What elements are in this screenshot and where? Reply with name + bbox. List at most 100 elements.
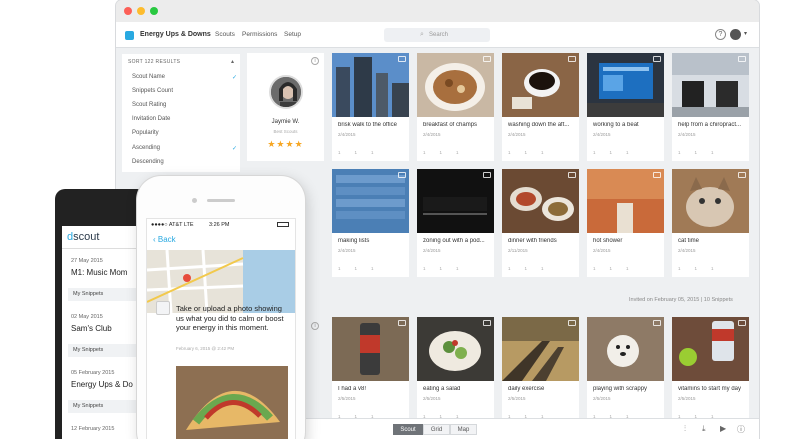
- snippet-tile[interactable]: eating a salad 2/5/2015 111: [417, 317, 494, 425]
- chevron-down-icon[interactable]: ▾: [744, 30, 747, 37]
- snippet-caption: eating a salad: [423, 386, 461, 392]
- gallery-icon: [398, 320, 406, 326]
- back-button[interactable]: ‹ Back: [153, 235, 176, 244]
- info-icon[interactable]: i: [311, 322, 319, 330]
- gallery-icon: [653, 56, 661, 62]
- snippet-date: 2/5/2015: [508, 396, 526, 401]
- sort-option-scout-rating[interactable]: Scout Rating: [132, 102, 166, 108]
- snippet-tile[interactable]: daily exercise 2/5/2015 111: [502, 317, 579, 425]
- snippet-tile[interactable]: cat time 2/4/2015 1 1 1: [672, 169, 749, 277]
- snippet-stat: 1: [338, 150, 341, 155]
- gallery-icon: [398, 172, 406, 178]
- snippet-stat: 1: [508, 266, 511, 271]
- snippet-stat: 1: [371, 150, 374, 155]
- iphone-screen: ●●●●○ AT&T LTE 3:26 PM ‹ Back Take or up…: [146, 218, 296, 439]
- camera-icon: [192, 198, 197, 203]
- nav-scouts[interactable]: Scouts: [215, 31, 235, 38]
- view-scout-button[interactable]: Scout: [393, 424, 423, 435]
- filter-sliders-icon[interactable]: ⫶: [684, 424, 686, 434]
- minimize-window-button[interactable]: [137, 7, 145, 15]
- help-icon[interactable]: ?: [715, 29, 726, 40]
- snippet-photo: [587, 317, 664, 381]
- snippet-stat: 1: [423, 266, 426, 271]
- close-window-button[interactable]: [124, 7, 132, 15]
- zoom-window-button[interactable]: [150, 7, 158, 15]
- snippet-tile[interactable]: working to a beat 2/4/2015 1 1 1: [587, 53, 664, 161]
- info-icon[interactable]: i: [311, 57, 319, 65]
- check-icon: ✓: [232, 75, 238, 81]
- snippet-caption: zoning out with a pod...: [423, 238, 485, 244]
- chevron-up-icon[interactable]: ▴: [231, 58, 234, 65]
- snippet-tile[interactable]: help from a chiropract... 2/4/2015 1 1 1: [672, 53, 749, 161]
- snippet-photo: [502, 317, 579, 381]
- snippet-date: 2/4/2015: [593, 248, 611, 253]
- snippet-tile[interactable]: I had a v8! 2/5/2015 111: [332, 317, 409, 425]
- snippet-stats: 1 1 1: [508, 150, 576, 155]
- info-icon[interactable]: ⓘ: [737, 424, 745, 435]
- my-snippets-button[interactable]: My Snippets: [68, 288, 136, 301]
- snippet-tile[interactable]: dinner with friends 2/11/2015 1 1 1: [502, 169, 579, 277]
- sort-option-invitation-date[interactable]: Invitation Date: [132, 116, 170, 122]
- snippet-stats: 1 1 1: [508, 266, 576, 271]
- gallery-icon: [483, 320, 491, 326]
- snippet-stat: 1: [524, 266, 528, 271]
- snippet-stat: 1: [371, 266, 374, 271]
- snippet-photo[interactable]: [176, 366, 288, 439]
- sort-option-scout-name[interactable]: Scout Name: [132, 74, 165, 80]
- snippet-photo: [332, 317, 409, 381]
- snippet-tile[interactable]: vitamins to start my day 2/5/2015 111: [672, 317, 749, 425]
- status-bar: ●●●●○ AT&T LTE 3:26 PM: [147, 219, 295, 230]
- avatar[interactable]: [730, 29, 741, 40]
- snippet-caption: I had a v8!: [338, 386, 367, 392]
- sort-option-popularity[interactable]: Popularity: [132, 130, 159, 136]
- snippet-stat: 1: [338, 266, 341, 271]
- snippet-tile[interactable]: hot shower 2/4/2015 1 1 1: [587, 169, 664, 277]
- gallery-icon: [568, 56, 576, 62]
- window-titlebar: [116, 0, 759, 22]
- snippet-stat: 1: [541, 150, 544, 155]
- entry-title[interactable]: Energy Ups & Do: [71, 380, 133, 389]
- snippet-caption: playing with scrappy: [593, 386, 648, 392]
- sort-panel: SORT 122 RESULTS ▴ Scout Name ✓ Snippets…: [122, 54, 240, 172]
- view-grid-button[interactable]: Grid: [423, 424, 450, 435]
- snippet-photo: [332, 169, 409, 233]
- snippet-date: 2/11/2015: [508, 248, 528, 253]
- snippet-stat: 1: [593, 150, 596, 155]
- snippet-photo: [332, 53, 409, 117]
- download-icon[interactable]: ⤓: [702, 424, 706, 434]
- snippet-stat: 1: [524, 150, 528, 155]
- scout-rating-stars: ★★★★: [267, 139, 304, 149]
- my-snippets-button[interactable]: My Snippets: [68, 400, 136, 413]
- speaker-grille: [207, 199, 235, 202]
- snippet-tile[interactable]: playing with scrappy 2/5/2015 111: [587, 317, 664, 425]
- sort-option-descending[interactable]: Descending: [132, 159, 164, 165]
- snippet-date: 2/5/2015: [338, 396, 356, 401]
- nav-permissions[interactable]: Permissions: [242, 31, 277, 38]
- search-input[interactable]: ⌕ Search: [384, 28, 490, 42]
- entry-title[interactable]: M1: Music Mom: [71, 268, 127, 277]
- sort-option-snippets-count[interactable]: Snippets Count: [132, 88, 173, 94]
- snippet-stat: 1: [609, 266, 613, 271]
- snippet-stat: 1: [678, 266, 681, 271]
- snippet-stats: 1 1 1: [593, 150, 661, 155]
- snippet-tile[interactable]: breakfast of champs 2/4/2015 1 1 1: [417, 53, 494, 161]
- sort-option-ascending[interactable]: Ascending: [132, 145, 160, 151]
- my-snippets-button[interactable]: My Snippets: [68, 344, 136, 357]
- snippet-tile[interactable]: zoning out with a pod... 2/4/2015 1 1 1: [417, 169, 494, 277]
- snippet-tile[interactable]: washing down the aft... 2/4/2015 1 1 1: [502, 53, 579, 161]
- photo-prompt-icon: [156, 301, 170, 315]
- app-title[interactable]: Energy Ups & Downs: [140, 31, 211, 38]
- snippet-stat: 1: [694, 150, 698, 155]
- gallery-icon: [738, 172, 746, 178]
- scout-card[interactable]: i Jaymie W. Best Scouts ★★★★: [247, 53, 324, 161]
- snippet-stats: 1 1 1: [678, 266, 746, 271]
- snippet-stat: 1: [609, 150, 613, 155]
- gallery-icon: [568, 172, 576, 178]
- view-map-button[interactable]: Map: [450, 424, 477, 435]
- snippet-tile[interactable]: making lists 2/4/2015 1 1 1: [332, 169, 409, 277]
- entry-title[interactable]: Sam's Club: [71, 324, 112, 333]
- play-icon[interactable]: ▶: [720, 424, 726, 433]
- nav-setup[interactable]: Setup: [284, 31, 301, 38]
- snippet-tile[interactable]: brisk walk to the office 2/4/2015 1 1 1: [332, 53, 409, 161]
- logo-part: scout: [73, 231, 100, 243]
